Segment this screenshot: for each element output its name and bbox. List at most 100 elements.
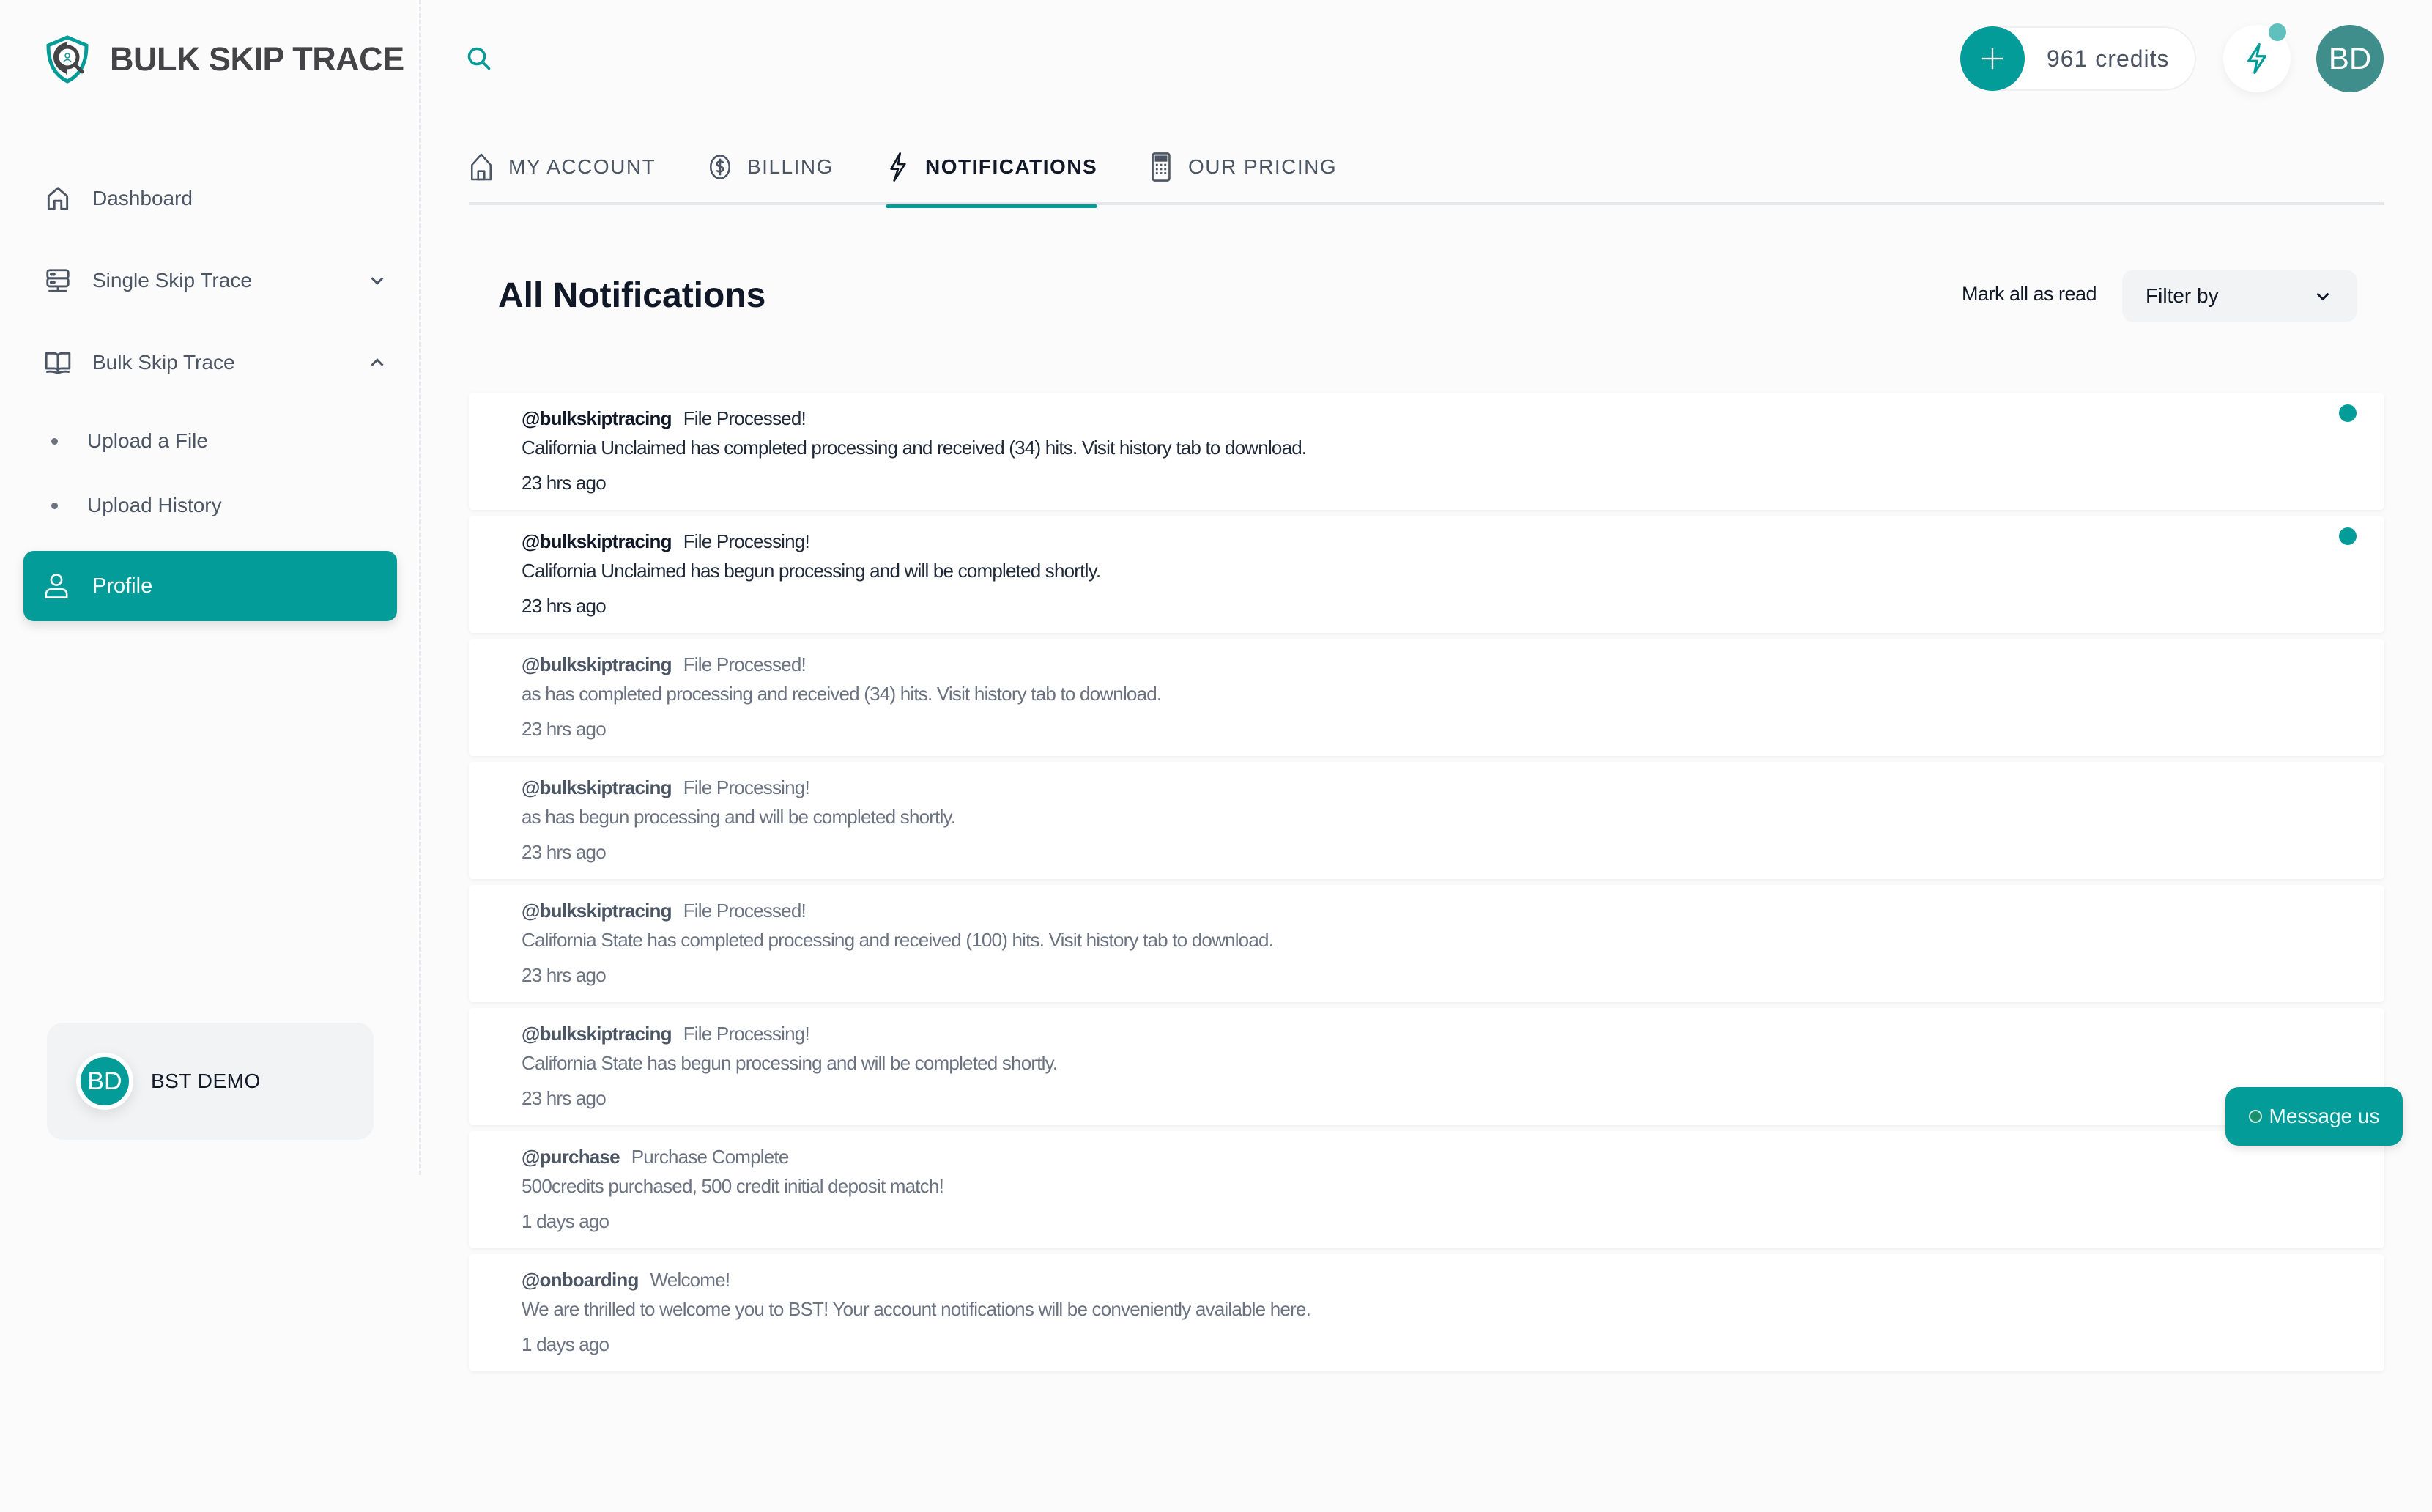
credits-pill: 961 credits	[1960, 26, 2196, 91]
notification-message: as has begun processing and will be comp…	[522, 806, 956, 828]
notification-handle: @bulkskiptracing	[522, 777, 672, 798]
notification-message: as has completed processing and received…	[522, 683, 1162, 705]
notification-item[interactable]: @purchase Purchase Complete 500credits pu…	[469, 1131, 2384, 1248]
sidebar-subitem-label: Upload a File	[87, 429, 208, 452]
notification-subject: File Processing!	[683, 530, 810, 552]
shield-search-logo-icon	[46, 35, 89, 84]
notification-handle: @onboarding	[522, 1269, 639, 1291]
calculator-icon	[1152, 152, 1171, 182]
notification-item[interactable]: @bulkskiptracing File Processed! as has c…	[469, 639, 2384, 756]
notification-list: @bulkskiptracing File Processed! Californ…	[469, 393, 2384, 1377]
notification-subject: Purchase Complete	[631, 1146, 790, 1168]
search-icon[interactable]	[466, 45, 492, 72]
user-card[interactable]: BD BST DEMO	[47, 1023, 374, 1140]
credits-balance: 961 credits	[2047, 45, 2170, 72]
notification-item[interactable]: @bulkskiptracing File Processing! Califor…	[469, 516, 2384, 633]
notification-message: California State has completed processin…	[522, 929, 1274, 951]
message-us-label: Message us	[2269, 1105, 2380, 1127]
sidebar-item-bulk-skip-trace[interactable]: Bulk Skip Trace	[44, 349, 388, 377]
user-avatar-button[interactable]: BD	[2316, 25, 2384, 92]
tab-label: NOTIFICATIONS	[925, 155, 1098, 178]
chevron-down-icon	[2316, 292, 2329, 301]
home-icon	[44, 185, 72, 212]
notification-handle: @bulkskiptracing	[522, 407, 672, 429]
tab-notifications[interactable]: NOTIFICATIONS	[886, 151, 1098, 208]
notification-subject: File Processing!	[683, 1023, 810, 1045]
notification-time: 23 hrs ago	[522, 595, 607, 617]
notification-handle: @bulkskiptracing	[522, 653, 672, 675]
user-icon	[45, 574, 68, 598]
message-us-button[interactable]: Message us	[2225, 1087, 2403, 1146]
chevron-up-icon[interactable]	[366, 352, 388, 374]
notification-message: California Unclaimed has begun processin…	[522, 560, 1101, 582]
sidebar-item-profile[interactable]: Profile	[23, 551, 397, 621]
notification-time: 23 hrs ago	[522, 964, 607, 986]
notifications-button[interactable]	[2223, 23, 2291, 92]
tab-label: BILLING	[747, 155, 834, 178]
sidebar-subitem-upload-history[interactable]: Upload History	[51, 494, 222, 517]
notification-message: 500credits purchased, 500 credit initial…	[522, 1175, 944, 1197]
notification-handle: @purchase	[522, 1146, 620, 1168]
notification-item[interactable]: @bulkskiptracing File Processing! as has …	[469, 762, 2384, 879]
notification-badge	[2269, 23, 2286, 41]
book-icon	[44, 349, 72, 377]
tab-our-pricing[interactable]: OUR PRICING	[1149, 151, 1337, 205]
notification-handle: @bulkskiptracing	[522, 900, 672, 922]
brand-name: BULK SKIP TRACE	[110, 40, 404, 78]
bolt-icon	[890, 152, 906, 182]
online-status-icon	[2248, 1110, 2262, 1123]
avatar: BD	[76, 1053, 133, 1110]
notification-message: California Unclaimed has completed proce…	[522, 437, 1307, 459]
notification-item[interactable]: @bulkskiptracing File Processed! Californ…	[469, 393, 2384, 510]
sidebar-subitem-label: Upload History	[87, 494, 222, 516]
plus-icon	[1981, 48, 2003, 70]
chevron-down-icon[interactable]	[366, 270, 388, 292]
notification-subject: Welcome!	[650, 1269, 731, 1291]
notification-message: We are thrilled to welcome you to BST! Y…	[522, 1298, 1311, 1320]
bullet-icon	[51, 502, 58, 509]
filter-dropdown[interactable]: Filter by	[2122, 270, 2357, 322]
tab-billing[interactable]: BILLING	[708, 151, 834, 205]
notification-message: California State has begun processing an…	[522, 1052, 1058, 1074]
home-icon	[470, 153, 492, 181]
notification-item[interactable]: @bulkskiptracing File Processing! Califor…	[469, 1008, 2384, 1125]
sidebar-item-label: Profile	[92, 574, 153, 598]
sidebar-item-single-skip-trace[interactable]: Single Skip Trace	[44, 267, 388, 294]
notification-subject: File Processed!	[683, 653, 807, 675]
notification-handle: @bulkskiptracing	[522, 1023, 672, 1045]
sidebar-item-label: Dashboard	[92, 187, 193, 210]
sidebar-item-dashboard[interactable]: Dashboard	[44, 185, 388, 212]
notification-item[interactable]: @onboarding Welcome! We are thrilled to w…	[469, 1254, 2384, 1371]
unread-indicator	[2339, 404, 2357, 422]
tab-label: MY ACCOUNT	[508, 155, 656, 178]
notification-subject: File Processing!	[683, 777, 810, 798]
notification-time: 1 days ago	[522, 1210, 609, 1232]
notification-subject: File Processed!	[683, 407, 807, 429]
page-title: All Notifications	[498, 276, 766, 315]
add-credits-button[interactable]	[1960, 26, 2025, 91]
sidebar-item-label: Bulk Skip Trace	[92, 351, 235, 374]
user-name: BST DEMO	[151, 1070, 261, 1092]
sidebar-subitem-upload-file[interactable]: Upload a File	[51, 429, 208, 453]
account-tabs: MY ACCOUNT BILLING NOTIFICATIONS OUR PRI…	[469, 151, 2384, 208]
tab-my-account[interactable]: MY ACCOUNT	[469, 151, 656, 205]
notification-time: 1 days ago	[522, 1333, 609, 1355]
notification-time: 23 hrs ago	[522, 718, 607, 740]
sidebar: BULK SKIP TRACE Dashboard Single Skip Tr…	[0, 0, 421, 1175]
bolt-icon	[2247, 43, 2266, 74]
mark-all-read-button[interactable]: Mark all as read	[1962, 283, 2097, 305]
notification-time: 23 hrs ago	[522, 841, 607, 863]
logo[interactable]: BULK SKIP TRACE	[44, 35, 404, 84]
unread-indicator	[2339, 527, 2357, 545]
bullet-icon	[51, 437, 58, 445]
server-icon	[44, 267, 72, 294]
filter-selected: Filter by	[2146, 284, 2219, 307]
dollar-circle-icon	[709, 155, 731, 179]
notification-item[interactable]: @bulkskiptracing File Processed! Californ…	[469, 885, 2384, 1002]
sidebar-item-label: Single Skip Trace	[92, 269, 252, 292]
tab-label: OUR PRICING	[1188, 155, 1338, 178]
notification-handle: @bulkskiptracing	[522, 530, 672, 552]
notification-subject: File Processed!	[683, 900, 807, 922]
notification-time: 23 hrs ago	[522, 1087, 607, 1109]
notification-time: 23 hrs ago	[522, 472, 607, 494]
